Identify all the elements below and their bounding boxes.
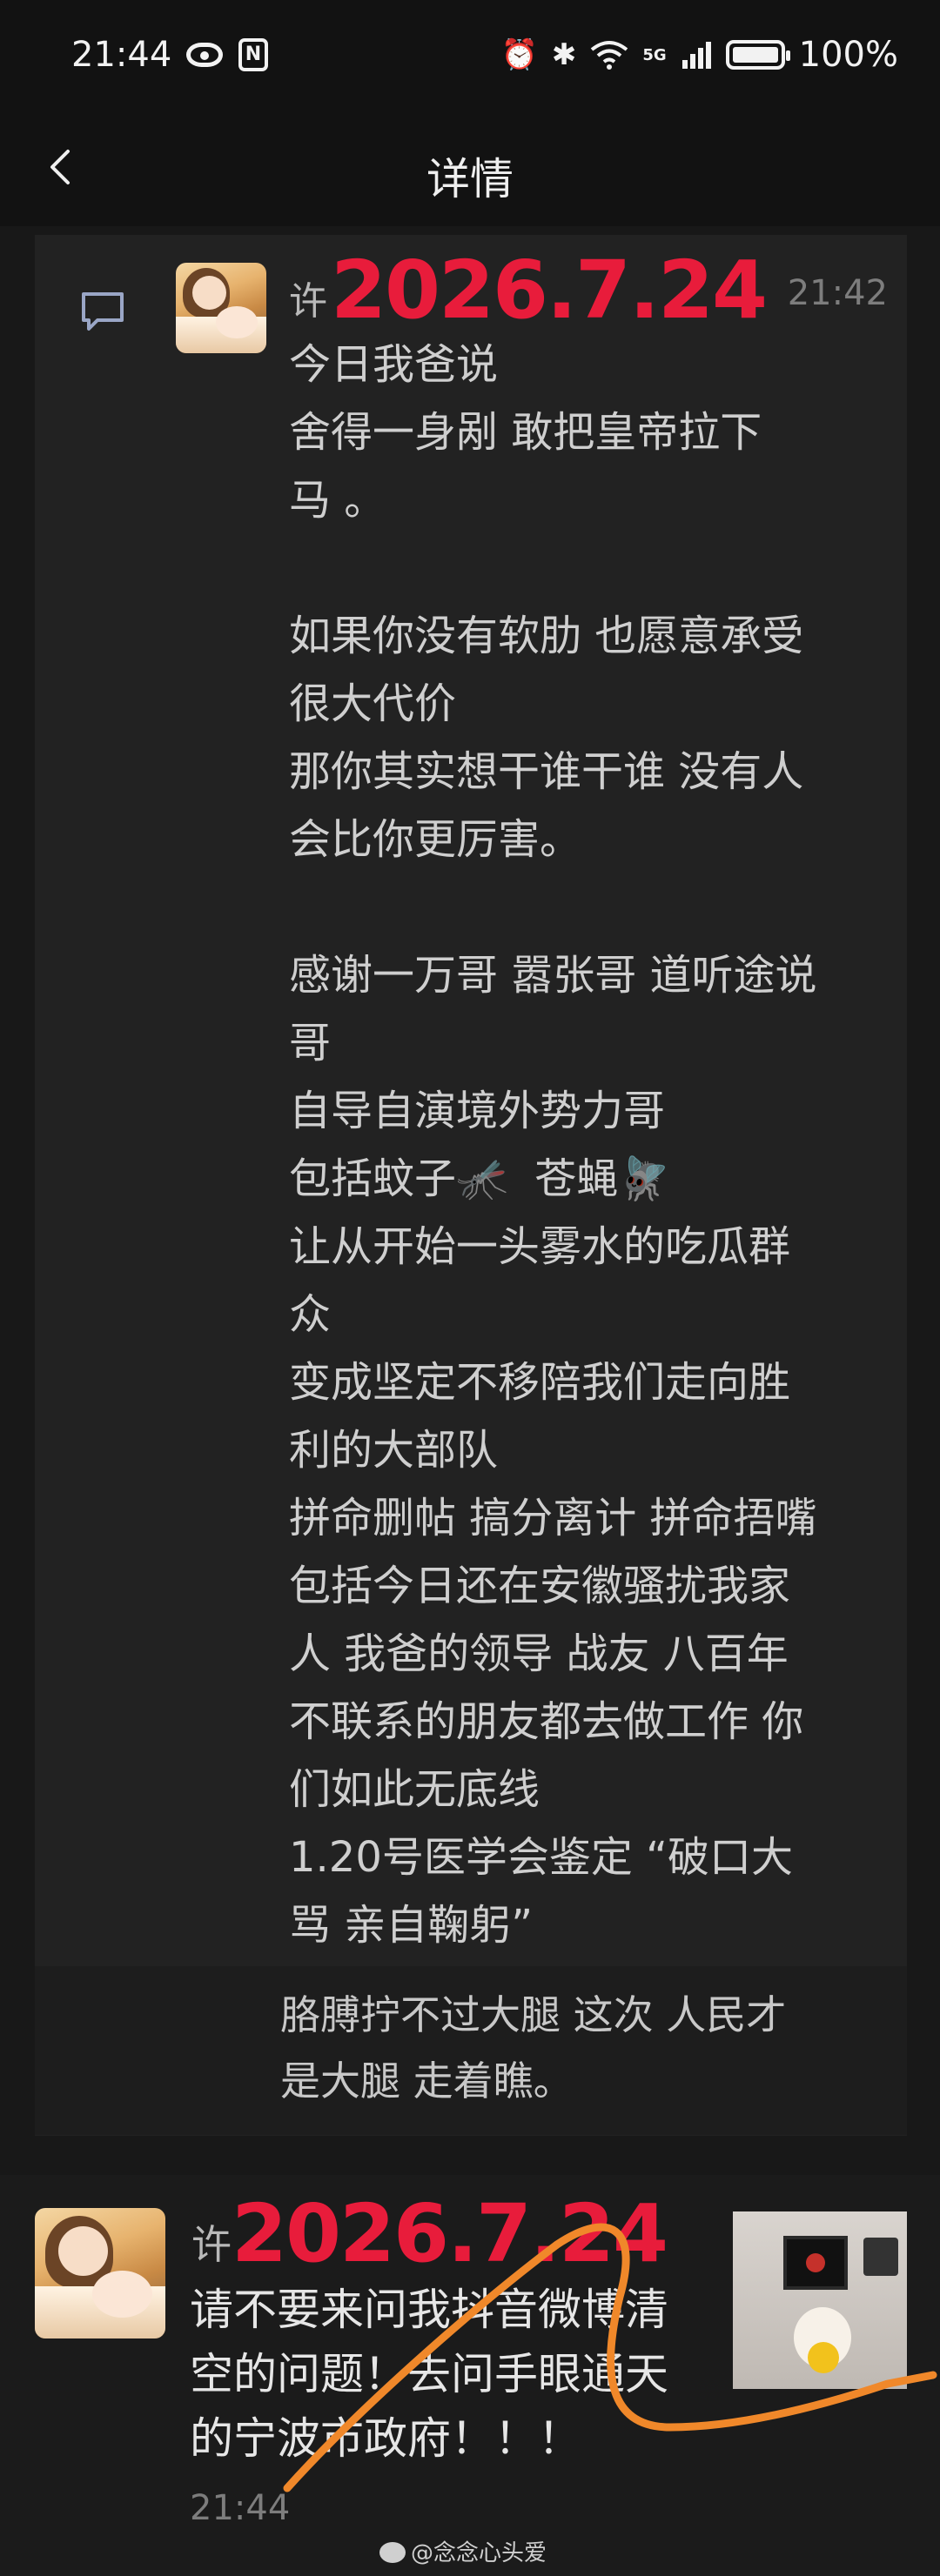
- watermark-text: @念念心头爱: [411, 2540, 547, 2566]
- sender-name[interactable]: 许: [289, 270, 327, 325]
- signal-icon: [682, 42, 711, 69]
- bluetooth-icon: ✱: [551, 37, 577, 72]
- date-stamp-overlay: 2026.7.24: [331, 244, 768, 337]
- message-body: 今日我爸说 舍得一身剐 敢把皇帝拉下 马 。 如果你没有软肋 也愿意承受 很大代…: [289, 340, 817, 1950]
- battery-icon: [725, 40, 790, 70]
- message-time: 21:44: [190, 2488, 291, 2528]
- status-bar: 21:44 N ⏰ ✱ 5G 100%: [0, 0, 940, 113]
- nfc-icon: N: [238, 38, 268, 71]
- message-continuation: 胳膊拧不过大腿 这次 人民才 是大腿 走着瞧。: [35, 1966, 907, 2135]
- message-time: 21:42: [787, 273, 888, 313]
- avatar[interactable]: [35, 2208, 165, 2338]
- wifi-icon: [591, 41, 628, 70]
- status-right-icons: ⏰ ✱ 5G 100%: [500, 35, 898, 75]
- message-card: 许 2026.7.24 21:42 今日我爸说 舍得一身剐 敢把皇帝拉下 马 。…: [35, 235, 907, 2136]
- alarm-icon: ⏰: [500, 37, 538, 72]
- weibo-icon: [379, 2542, 406, 2563]
- battery-percent: 100%: [798, 35, 898, 75]
- date-stamp-overlay: 2026.7.24: [232, 2187, 668, 2280]
- network-label: 5G: [642, 45, 667, 64]
- attached-image-thumbnail[interactable]: [733, 2211, 907, 2389]
- page-title: 详情: [426, 154, 514, 204]
- status-time: 21:44: [71, 35, 172, 75]
- comment-icon[interactable]: [78, 289, 127, 334]
- header-bar: 详情: [0, 113, 940, 226]
- message-body-continued: 胳膊拧不过大腿 这次 人民才 是大腿 走着瞧。: [280, 1991, 787, 2104]
- avatar[interactable]: [176, 263, 266, 353]
- message-card-2: 许 2026.7.24 请不要来问我抖音微博清 空的问题！去问手眼通天 的宁波市…: [0, 2175, 940, 2576]
- message-body: 请不要来问我抖音微博清 空的问题！去问手眼通天 的宁波市政府！！！: [190, 2285, 668, 2464]
- status-left-icons: N: [186, 38, 268, 71]
- watermark: @念念心头爱: [379, 2535, 547, 2567]
- sender-name[interactable]: 许: [191, 2213, 232, 2271]
- eye-icon: [186, 43, 223, 67]
